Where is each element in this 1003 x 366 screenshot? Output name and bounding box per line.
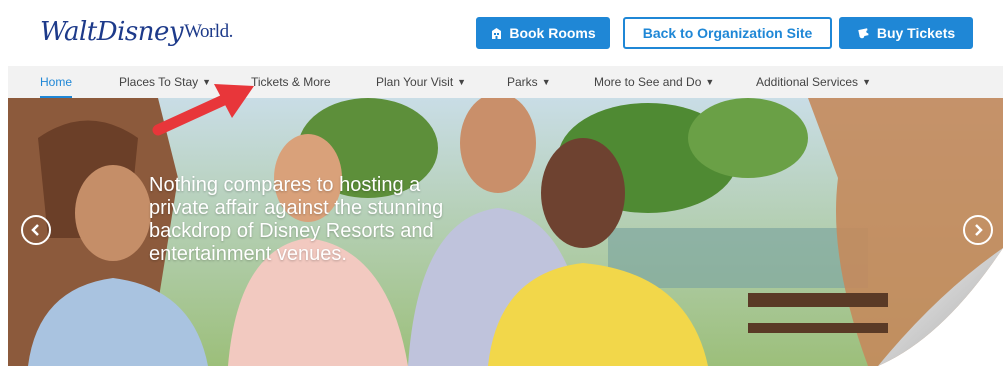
annotation-arrow-icon [152,84,254,136]
buy-tickets-button[interactable]: Buy Tickets [839,17,973,49]
nav-item-label: Tickets & More [251,75,331,89]
back-to-organization-label: Back to Organization Site [642,25,813,41]
nav-item-plan-your-visit[interactable]: Plan Your Visit ▼ [376,66,466,98]
book-rooms-label: Book Rooms [509,25,596,41]
caret-down-icon: ▼ [541,77,551,87]
nav-item-label: Additional Services [756,75,859,89]
nav-item-additional-services[interactable]: Additional Services ▼ [756,66,871,98]
logo-suffix: World. [184,21,233,42]
logo-text: WaltDisney [40,17,184,47]
book-rooms-button[interactable]: Book Rooms [476,17,610,49]
nav-item-parks[interactable]: Parks ▼ [507,66,551,98]
chevron-left-icon [31,224,39,236]
hotel-icon [490,27,503,40]
hero-caption: Nothing compares to hosting a private af… [149,174,444,265]
carousel-prev-button[interactable] [21,215,51,245]
walt-disney-world-logo[interactable]: WaltDisney World. [40,14,233,50]
carousel-next-button[interactable] [963,215,993,245]
back-to-organization-button[interactable]: Back to Organization Site [623,17,832,49]
nav-item-label: More to See and Do [594,75,702,89]
nav-item-home[interactable]: Home [40,66,73,98]
nav-item-tickets-and-more[interactable]: Tickets & More [251,66,331,98]
caret-down-icon: ▼ [705,77,715,87]
caret-down-icon: ▼ [862,77,871,87]
ticket-icon [857,27,871,40]
caret-down-icon: ▼ [457,77,467,87]
nav-item-label: Plan Your Visit [376,75,454,89]
chevron-right-icon [975,224,983,236]
nav-item-more-to-see-and-do[interactable]: More to See and Do ▼ [594,66,714,98]
nav-item-label: Home [40,75,73,89]
nav-item-label: Parks [507,75,538,89]
site-header: WaltDisney World. Book Rooms Back to Orga… [0,0,1003,66]
buy-tickets-label: Buy Tickets [876,25,956,41]
